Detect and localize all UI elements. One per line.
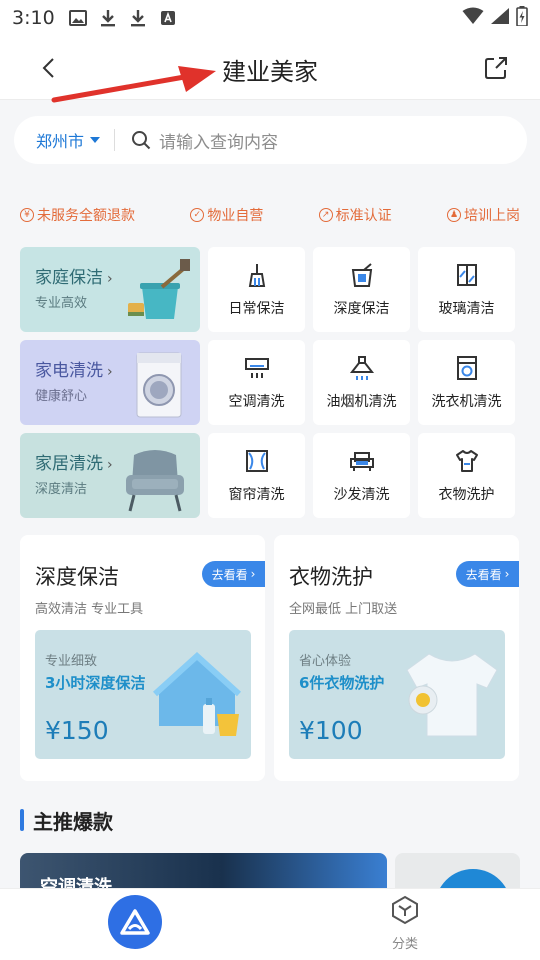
category-row-appliance-cleaning: 家电清洗 › 健康舒心 空调清洗 油烟机清洗 洗衣机清洗 <box>20 340 515 425</box>
promo-kicker: 省心体验 <box>299 654 352 669</box>
banner-furnishing-cleaning[interactable]: 家居清洗 › 深度清洁 <box>20 433 200 518</box>
service-daily-cleaning[interactable]: 日常保洁 <box>208 247 305 332</box>
banner-title: 家电清洗 › <box>35 361 113 381</box>
house-cleaning-image <box>153 651 242 736</box>
search-input[interactable]: 请输入查询内容 <box>159 128 278 153</box>
compass-icon: ↗ <box>318 208 333 222</box>
service-clothing-care[interactable]: 衣物洗护 <box>418 433 515 518</box>
service-curtain-cleaning[interactable]: 窗帘清洗 <box>208 433 305 518</box>
app-notification-icon <box>159 9 177 27</box>
promise-self-run: ✓ 物业自营 <box>190 205 263 225</box>
promo-price: ¥100 <box>299 716 363 745</box>
chevron-right-icon: › <box>504 567 510 581</box>
city-selector[interactable]: 郑州市 <box>36 128 101 152</box>
range-hood-icon <box>349 355 374 380</box>
promo-subtitle: 高效清洁 专业工具 <box>35 602 144 617</box>
yen-icon: ¥ <box>20 208 34 222</box>
signal-icon <box>490 7 510 29</box>
window-glass-icon <box>456 263 477 286</box>
caret-down-icon <box>90 137 101 143</box>
battery-icon <box>516 6 528 30</box>
promo-title: 衣物洗护 <box>289 565 373 589</box>
service-glass-cleaning[interactable]: 玻璃清洁 <box>418 247 515 332</box>
washing-machine-icon <box>456 355 477 380</box>
go-see-button[interactable]: 去看看 › <box>202 561 265 587</box>
tab-home[interactable] <box>108 895 162 949</box>
go-see-button[interactable]: 去看看 › <box>456 561 519 587</box>
shirt-icon <box>455 449 478 472</box>
promo-price: ¥150 <box>45 716 109 745</box>
promise-refund: ¥ 未服务全额退款 <box>20 205 135 225</box>
annotation-arrow <box>51 66 216 103</box>
banner-subtitle: 专业高效 <box>35 296 88 311</box>
promo-headline: 3小时深度保洁 <box>45 674 146 692</box>
chevron-right-icon: › <box>107 364 113 380</box>
promo-card-clothing-care[interactable]: 衣物洗护 全网最低 上门取送 去看看 › 省心体验 6件衣物洗护 ¥100 <box>274 535 519 781</box>
service-washer-cleaning[interactable]: 洗衣机清洗 <box>418 340 515 425</box>
person-icon: ♟ <box>446 208 461 222</box>
service-promises: ¥ 未服务全额退款 ✓ 物业自营 ↗ 标准认证 ♟ 培训上岗 <box>20 205 520 225</box>
promo-headline: 6件衣物洗护 <box>299 674 385 692</box>
share-icon[interactable] <box>482 54 510 82</box>
featured-item-2[interactable] <box>395 853 520 893</box>
status-time: 3:10 <box>12 7 55 29</box>
search-icon <box>131 130 151 150</box>
city-label: 郑州市 <box>36 132 85 151</box>
search-bar[interactable]: 郑州市 请输入查询内容 <box>14 116 527 164</box>
chevron-right-icon: › <box>107 457 113 473</box>
section-title: 主推爆款 <box>33 810 113 834</box>
tab-category[interactable]: 分类 <box>384 895 426 952</box>
wifi-icon <box>462 7 484 29</box>
cleaning-bucket-icon <box>128 259 190 319</box>
promo-title: 深度保洁 <box>35 565 119 589</box>
chevron-right-icon: › <box>107 271 113 287</box>
banner-title: 家居清洗 › <box>35 454 113 474</box>
banner-title: 家庭保洁 › <box>35 268 113 288</box>
banner-subtitle: 深度清洁 <box>35 482 88 497</box>
download-icon <box>99 9 117 27</box>
promo-card-deep-cleaning[interactable]: 深度保洁 高效清洁 专业工具 去看看 › 专业细致 3小时深度保洁 ¥150 <box>20 535 265 781</box>
tab-bar: 分类 <box>0 888 540 960</box>
home-logo-icon <box>120 909 150 935</box>
air-conditioner-icon <box>244 357 269 378</box>
banner-subtitle: 健康舒心 <box>35 389 88 404</box>
banner-appliance-cleaning[interactable]: 家电清洗 › 健康舒心 <box>20 340 200 425</box>
category-row-home-cleaning: 家庭保洁 › 专业高效 日常保洁 深度保洁 玻璃清洁 <box>20 247 515 332</box>
bucket-icon <box>351 262 372 287</box>
service-ac-cleaning[interactable]: 空调清洗 <box>208 340 305 425</box>
featured-item-ac[interactable]: 空调清洗 <box>20 853 387 893</box>
service-deep-cleaning[interactable]: 深度保洁 <box>313 247 410 332</box>
check-shield-icon: ✓ <box>190 208 205 222</box>
tab-category-label: 分类 <box>391 937 418 952</box>
curtain-icon <box>245 449 268 472</box>
promo-panel: 省心体验 6件衣物洗护 ¥100 <box>289 630 505 759</box>
armchair-image <box>126 450 184 512</box>
promise-certified: ↗ 标准认证 <box>318 205 392 225</box>
banner-home-cleaning[interactable]: 家庭保洁 › 专业高效 <box>20 247 200 332</box>
washing-machine-image <box>136 352 182 418</box>
category-icon <box>392 895 418 925</box>
divider <box>114 129 116 151</box>
tshirt-image <box>406 653 498 737</box>
image-icon <box>68 9 87 27</box>
sofa-icon <box>349 451 374 471</box>
promo-panel: 专业细致 3小时深度保洁 ¥150 <box>35 630 251 759</box>
category-row-furnishing-cleaning: 家居清洗 › 深度清洁 窗帘清洗 沙发清洗 衣物洗护 <box>20 433 515 518</box>
status-bar: 3:10 <box>0 0 540 36</box>
promo-subtitle: 全网最低 上门取送 <box>289 602 398 617</box>
download-icon-2 <box>129 9 147 27</box>
service-range-hood-cleaning[interactable]: 油烟机清洗 <box>313 340 410 425</box>
section-accent-bar <box>20 809 24 831</box>
promo-kicker: 专业细致 <box>45 654 98 669</box>
broom-icon <box>248 263 265 287</box>
promise-trained: ♟ 培训上岗 <box>446 205 520 225</box>
chevron-right-icon: › <box>250 567 256 581</box>
service-sofa-cleaning[interactable]: 沙发清洗 <box>313 433 410 518</box>
